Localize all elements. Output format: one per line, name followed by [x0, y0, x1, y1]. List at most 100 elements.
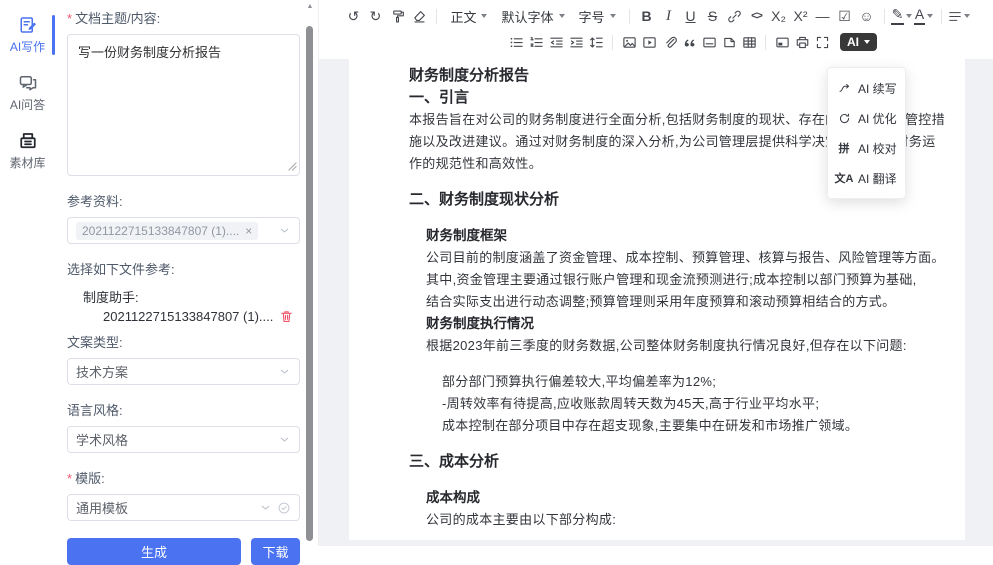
divider-line-icon[interactable]: [699, 31, 719, 53]
menu-item-label: AI 校对: [858, 140, 897, 157]
scrollbar-thumb[interactable]: [306, 26, 313, 541]
doc-spacer: [409, 211, 953, 225]
caret-down-icon: [927, 14, 933, 18]
video-icon[interactable]: [639, 31, 659, 53]
blockquote-icon[interactable]: [679, 31, 699, 53]
glyph: B: [641, 8, 651, 24]
attachment-icon[interactable]: [659, 31, 679, 53]
caret-down-icon: [481, 14, 487, 18]
sidebar-item-material-library[interactable]: 素材库: [0, 122, 55, 180]
glyph: U: [685, 8, 695, 24]
redo-icon[interactable]: ↻: [364, 5, 386, 27]
italic-icon[interactable]: I: [658, 5, 680, 27]
sidebar-item-label: AI写作: [10, 38, 45, 55]
paragraph-style-select[interactable]: 正文: [443, 5, 494, 27]
font-family-select[interactable]: 默认字体: [494, 5, 571, 27]
link-icon[interactable]: [724, 5, 746, 27]
table-icon[interactable]: [739, 31, 759, 53]
doc-text-line: 成本控制在部分项目中存在超支现象,主要集中在研发和市场推广领域。: [442, 415, 953, 437]
ordered-list-icon[interactable]: [526, 31, 546, 53]
style-select[interactable]: 学术风格: [67, 426, 300, 453]
doc-text-line: 公司的成本主要由以下部分构成:: [426, 509, 953, 531]
reference-select[interactable]: 2021122715133847807 (1)....×: [67, 217, 300, 244]
style-label: 语言风格:: [67, 400, 300, 419]
glyph: —: [816, 8, 830, 24]
doc-type-label: 文案类型:: [67, 332, 300, 351]
outdent-icon[interactable]: [546, 31, 566, 53]
generate-button[interactable]: 生成: [67, 538, 241, 565]
required-mark: *: [67, 11, 72, 26]
code-snippet-icon[interactable]: [719, 31, 739, 53]
library-icon: [18, 131, 38, 151]
line-height-icon[interactable]: [586, 31, 606, 53]
scroll-up-icon[interactable]: ▲: [304, 0, 316, 13]
toolbar-divider: [629, 9, 630, 24]
glyph: I: [666, 8, 671, 25]
reference-file-row: 2021122715133847807 (1)....: [103, 309, 300, 324]
topic-input[interactable]: 写一份财务制度分析报告: [67, 34, 300, 176]
bold-icon[interactable]: B: [636, 5, 658, 27]
tag-close-icon[interactable]: ×: [245, 225, 252, 237]
emoji-icon[interactable]: ☺: [856, 5, 878, 27]
form-panel-scrollbar[interactable]: ▲: [304, 0, 316, 546]
horizontal-rule-icon[interactable]: —: [812, 5, 834, 27]
chevron-down-icon: [278, 365, 291, 378]
sidebar-item-ai-writing[interactable]: AI写作: [0, 6, 55, 64]
menu-item-ai-optimize[interactable]: AI 优化: [828, 103, 905, 133]
ai-translate-icon: 文A: [837, 170, 851, 186]
ai-tools-button[interactable]: AI: [840, 33, 877, 51]
sidebar-item-ai-qa[interactable]: AI问答: [0, 64, 55, 122]
ai-continue-writing-icon: [837, 82, 851, 95]
doc-type-value: 技术方案: [76, 362, 128, 381]
template-select[interactable]: 通用模板: [67, 494, 300, 521]
form-panel: *文档主题/内容: 写一份财务制度分析报告 参考资料: 202112271513…: [55, 0, 318, 546]
inline-code-icon[interactable]: <>: [746, 5, 768, 27]
subscript-icon[interactable]: X₂: [768, 5, 790, 27]
topic-input-wrap: 写一份财务制度分析报告: [67, 34, 300, 176]
ai-qa-icon: [18, 73, 38, 93]
task-list-icon[interactable]: ☑: [834, 5, 856, 27]
underline-icon[interactable]: U: [680, 5, 702, 27]
image-icon[interactable]: [619, 31, 639, 53]
bullet-list-icon[interactable]: [506, 31, 526, 53]
assistant-label: 制度助手:: [83, 287, 300, 306]
download-button[interactable]: 下载: [251, 538, 300, 565]
menu-item-label: AI 翻译: [858, 170, 897, 187]
menu-item-ai-translate[interactable]: 文A AI 翻译: [828, 163, 905, 193]
ai-tools-menu: AI 续写 AI 优化拼 AI 校对文A AI 翻译: [827, 67, 906, 199]
font-color-icon[interactable]: A: [913, 5, 935, 27]
strikethrough-icon[interactable]: S: [702, 5, 724, 27]
align-icon[interactable]: [948, 5, 970, 27]
style-value: 学术风格: [76, 430, 128, 449]
delete-file-icon[interactable]: [279, 309, 294, 324]
clear-format-icon[interactable]: [408, 5, 430, 27]
menu-item-label: AI 续写: [858, 80, 897, 97]
reference-label: 参考资料:: [67, 191, 300, 210]
fullscreen-icon[interactable]: [812, 31, 832, 53]
ai-proofread-icon: 拼: [837, 140, 851, 156]
doc-heading: 三、成本分析: [409, 451, 953, 473]
superscript-icon[interactable]: X²: [790, 5, 812, 27]
highlight-color-icon[interactable]: ✎: [891, 5, 913, 27]
toolbar-row-1: ↺↻ 正文默认字体字号 BIUS <>X₂X²—☑☺ ✎A: [319, 3, 993, 29]
editor-toolbar: ↺↻ 正文默认字体字号 BIUS <>X₂X²—☑☺ ✎A AI: [319, 0, 993, 59]
font-size-select[interactable]: 字号: [572, 5, 623, 27]
toolbar-row-2: AI: [319, 29, 993, 55]
sidebar-item-label: AI问答: [10, 96, 45, 113]
menu-item-ai-continue-writing[interactable]: AI 续写: [828, 73, 905, 103]
reference-tag: 2021122715133847807 (1)....×: [76, 222, 258, 240]
format-painter-icon[interactable]: [386, 5, 408, 27]
ai-write-icon: [18, 15, 38, 35]
print-icon[interactable]: [792, 31, 812, 53]
undo-icon[interactable]: ↺: [342, 5, 364, 27]
float-window-icon[interactable]: [772, 31, 792, 53]
doc-text-line: -周转效率有待提高,应收账款周转天数为45天,高于行业平均水平;: [442, 393, 953, 415]
indent-icon[interactable]: [566, 31, 586, 53]
doc-text-line: 根据2023年前三季度的财务数据,公司整体财务制度执行情况良好,但存在以下问题:: [426, 335, 953, 357]
chevron-down-icon: [278, 433, 291, 446]
menu-item-ai-proofread[interactable]: 拼 AI 校对: [828, 133, 905, 163]
resize-handle-icon[interactable]: [288, 162, 297, 171]
doc-spacer: [409, 473, 953, 487]
glyph: ↺: [348, 8, 360, 25]
doc-type-select[interactable]: 技术方案: [67, 358, 300, 385]
